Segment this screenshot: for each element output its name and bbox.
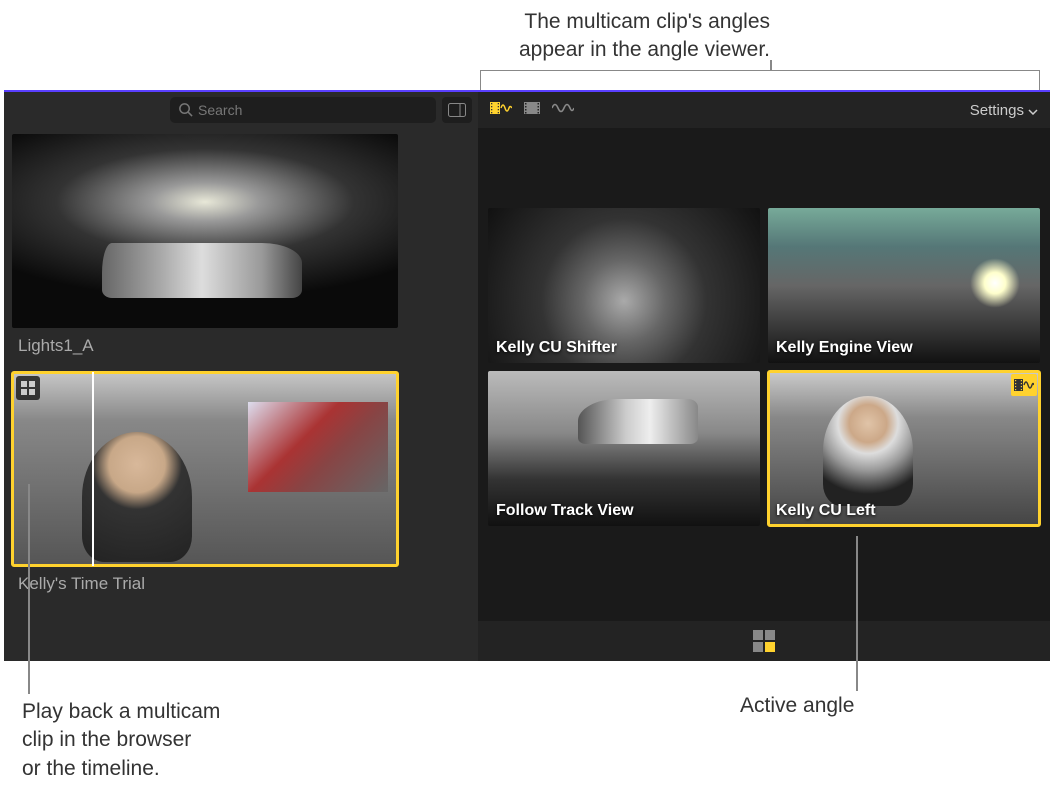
viewer-bottom-bar <box>478 621 1050 661</box>
active-angle-badge-icon <box>1011 374 1037 396</box>
angle-tile-active[interactable]: Kelly CU Left <box>768 371 1040 526</box>
angle-label: Follow Track View <box>496 502 634 520</box>
settings-label: Settings <box>970 102 1024 119</box>
angle-label: Kelly Engine View <box>776 339 913 357</box>
chevron-down-icon <box>1028 102 1038 119</box>
search-icon <box>178 102 193 122</box>
search-input[interactable] <box>170 97 436 123</box>
video-only-switch-icon[interactable] <box>524 100 540 121</box>
app-window: Lights1_A Kelly's Time Trial <box>4 90 1050 661</box>
angle-viewer-panel: Settings Kelly CU Shifter Kelly Engine V… <box>478 92 1050 661</box>
clip-label: Kelly's Time Trial <box>12 574 470 594</box>
annotation-connector <box>770 60 772 70</box>
clip-thumbnail[interactable] <box>12 372 398 566</box>
audio-only-switch-icon[interactable] <box>552 101 574 120</box>
angle-viewer-grid: Kelly CU Shifter Kelly Engine View Follo… <box>478 128 1050 621</box>
annotation-text: Play back a multicam <box>22 698 220 726</box>
browser-clip[interactable]: Lights1_A <box>12 134 470 356</box>
search-input-wrapper <box>170 97 436 123</box>
panel-layout-toggle[interactable] <box>442 97 472 123</box>
angle-label: Kelly CU Shifter <box>496 339 617 357</box>
angle-tile[interactable]: Kelly Engine View <box>768 208 1040 363</box>
angle-tile[interactable]: Kelly CU Shifter <box>488 208 760 363</box>
annotation-text: appear in the angle viewer. <box>519 36 770 64</box>
browser-panel: Lights1_A Kelly's Time Trial <box>4 92 478 661</box>
browser-clips-area: Lights1_A Kelly's Time Trial <box>4 128 478 661</box>
annotation-angle-viewer: The multicam clip's angles appear in the… <box>519 8 770 65</box>
annotation-connector <box>28 484 30 694</box>
annotation-text: The multicam clip's angles <box>519 8 770 36</box>
switch-mode-group <box>490 100 574 121</box>
angle-tile[interactable]: Follow Track View <box>488 371 760 526</box>
clip-thumbnail[interactable] <box>12 134 398 328</box>
annotation-active-angle: Active angle <box>740 694 854 718</box>
annotation-bracket <box>480 70 1040 90</box>
video-audio-switch-icon[interactable] <box>490 100 512 121</box>
annotation-connector <box>856 536 858 691</box>
angle-label: Kelly CU Left <box>776 502 876 520</box>
playhead-indicator[interactable] <box>92 372 94 566</box>
angle-layout-icon[interactable] <box>753 630 775 652</box>
annotation-text: or the timeline. <box>22 755 220 783</box>
annotation-playback: Play back a multicam clip in the browser… <box>22 698 220 783</box>
settings-dropdown[interactable]: Settings <box>970 102 1038 119</box>
browser-clip-selected[interactable]: Kelly's Time Trial <box>12 372 470 594</box>
annotation-text: clip in the browser <box>22 726 220 754</box>
browser-toolbar <box>4 92 478 128</box>
clip-label: Lights1_A <box>12 336 470 356</box>
multicam-badge-icon <box>16 376 40 400</box>
viewer-toolbar: Settings <box>478 92 1050 128</box>
